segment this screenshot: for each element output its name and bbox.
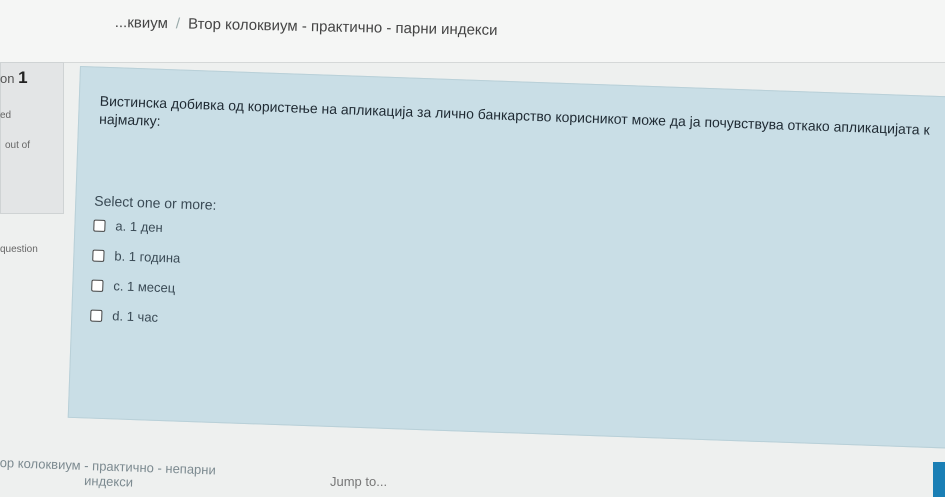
top-bar: ...квиум / Втор колоквиум - практично - па… <box>0 0 945 63</box>
question-panel: Вистинска добивка од користење на аплика… <box>67 66 945 449</box>
previous-activity-link[interactable]: ор колоквиум - практично - непарни индек… <box>0 455 216 490</box>
answer-option-d[interactable]: d. 1 час <box>90 308 158 325</box>
previous-activity-line-2: индекси <box>83 472 134 490</box>
answer-option-b[interactable]: b. 1 година <box>92 248 181 266</box>
question-marks: out of <box>5 140 31 151</box>
answer-label: c. 1 месец <box>113 278 176 296</box>
breadcrumb: ...квиум / Втор колоквиум - практично - па… <box>115 14 498 39</box>
breadcrumb-separator: / <box>175 15 181 33</box>
answer-checkbox[interactable] <box>90 309 103 322</box>
breadcrumb-current[interactable]: Втор колоквиум - практично - парни индек… <box>188 16 498 39</box>
answer-checkbox[interactable] <box>92 249 105 262</box>
answer-option-c[interactable]: c. 1 месец <box>91 278 176 296</box>
next-activity-button[interactable] <box>933 462 945 497</box>
answer-label: d. 1 час <box>112 308 159 325</box>
answer-label: a. 1 ден <box>115 218 163 235</box>
question-state: ed <box>0 110 12 121</box>
question-info-sidebar: on 1 ed out of question <box>0 62 68 255</box>
question-text: Вистинска добивка од користење на аплика… <box>99 92 945 158</box>
answer-checkbox[interactable] <box>93 219 106 232</box>
select-prompt: Select one or more: <box>94 192 217 213</box>
answer-label: b. 1 година <box>114 248 181 266</box>
jump-to-select[interactable]: Jump to... <box>330 474 387 489</box>
question-number: on 1 <box>0 68 28 87</box>
breadcrumb-prev-link[interactable]: ...квиум <box>115 14 168 32</box>
answer-option-a[interactable]: a. 1 ден <box>93 218 163 235</box>
answer-checkbox[interactable] <box>91 279 104 292</box>
flag-question-link[interactable]: question <box>0 244 38 255</box>
